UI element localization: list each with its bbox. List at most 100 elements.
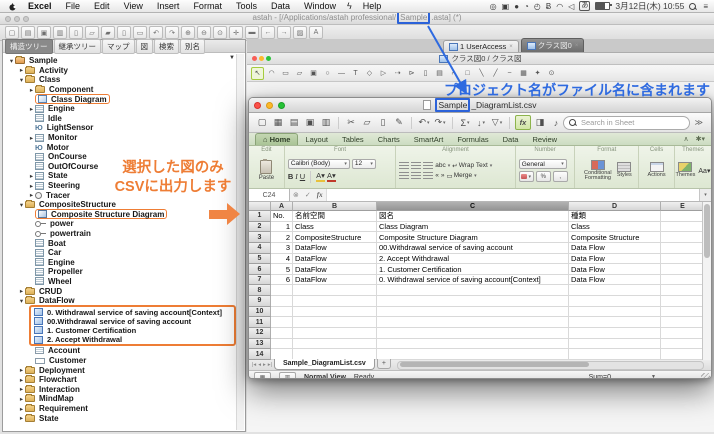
cell-E6[interactable] — [661, 264, 702, 275]
cell-A8[interactable] — [271, 285, 293, 296]
cell-D11[interactable] — [569, 317, 661, 328]
row-header-8[interactable]: 8 — [249, 285, 271, 296]
cell-E8[interactable] — [661, 285, 702, 296]
actions-button[interactable]: Actions — [648, 162, 666, 179]
percent-style-button[interactable]: % — [536, 171, 551, 182]
undo-icon[interactable]: ↶▾ — [417, 116, 431, 129]
row-header-1[interactable]: 1 — [249, 211, 271, 222]
filter-icon[interactable]: ▽▾ — [490, 116, 504, 129]
cell-E9[interactable] — [661, 296, 702, 307]
cell-A11[interactable] — [271, 317, 293, 328]
resize-grip[interactable] — [701, 373, 710, 379]
tree-item[interactable]: ▸State — [5, 413, 236, 423]
clone-icon[interactable]: ▭ — [133, 26, 147, 39]
zoom-out-icon[interactable]: ⊖ — [197, 26, 211, 39]
number-format-select[interactable]: General▾ — [519, 159, 567, 169]
bold-button[interactable]: B — [288, 172, 293, 181]
expand-closed-icon[interactable]: ▸ — [18, 395, 25, 403]
usecase-icon[interactable]: — — [335, 67, 348, 80]
align-center-button[interactable] — [411, 172, 421, 179]
ribbon-tab-charts[interactable]: Charts — [371, 134, 407, 145]
freehand-icon[interactable]: ~ — [503, 67, 516, 80]
cell-A10[interactable] — [271, 307, 293, 318]
menu-help[interactable]: Help — [356, 1, 389, 11]
toolbar-overflow-chevron[interactable]: ≫ — [695, 118, 703, 127]
sort-order-caret-icon[interactable]: ▼ — [229, 55, 235, 61]
first-sheet-button[interactable]: |◂ — [252, 362, 256, 368]
line-icon[interactable]: ╱ — [489, 67, 502, 80]
battery-icon[interactable] — [595, 2, 610, 10]
zoom-in-icon[interactable]: ⊕ — [181, 26, 195, 39]
close-button[interactable] — [252, 56, 257, 61]
tree-item[interactable]: Engine — [5, 257, 236, 267]
tree-item[interactable]: Customer — [5, 356, 236, 366]
paste-button[interactable] — [260, 160, 272, 174]
add-sheet-button[interactable]: + — [377, 359, 391, 369]
row-header-13[interactable]: 13 — [249, 339, 271, 350]
column-header-E[interactable]: E — [661, 202, 702, 211]
spotlight-icon[interactable] — [689, 3, 696, 10]
select-all-corner[interactable] — [249, 202, 271, 211]
zoom-button[interactable] — [23, 16, 29, 22]
cell-C6[interactable]: 1. Customer Certification — [377, 264, 569, 275]
cell-B8[interactable] — [293, 285, 377, 296]
fill-color-button[interactable]: A▾ — [316, 172, 325, 182]
wifi-icon[interactable]: ◠ — [556, 0, 563, 13]
tree-scrollbar[interactable] — [236, 54, 244, 430]
cell-A7[interactable]: 6 — [271, 275, 293, 286]
expand-closed-icon[interactable]: ▸ — [28, 172, 35, 180]
expand-open-icon[interactable]: ▾ — [8, 57, 15, 65]
tree-item[interactable]: ▸Component — [5, 85, 236, 95]
conditional-formatting-button[interactable]: Conditional Formatting — [582, 160, 614, 182]
merge-button[interactable]: ▭ Merge▾ — [447, 172, 477, 180]
cell-D3[interactable]: Composite Structure — [569, 232, 661, 243]
redo-icon[interactable]: ↷▾ — [433, 116, 447, 129]
normal-view-button[interactable]: ▦ — [254, 372, 271, 380]
cell-A9[interactable] — [271, 296, 293, 307]
tree-item[interactable]: ЮLightSensor — [5, 123, 236, 133]
expand-open-icon[interactable]: ▾ — [18, 297, 25, 305]
zoom-tool-icon[interactable]: ⊙ — [545, 67, 558, 80]
menu-excel[interactable]: Excel — [21, 1, 59, 11]
sort-icon[interactable]: ↓▾ — [474, 116, 488, 129]
cell-B2[interactable]: Class — [293, 222, 377, 233]
volume-icon[interactable]: ◁ — [568, 0, 574, 13]
tree-item[interactable]: ▸Flowchart — [5, 375, 236, 385]
comma-style-button[interactable]: , — [553, 171, 568, 182]
cell-C2[interactable]: Class Diagram — [377, 222, 569, 233]
generalization-icon[interactable]: ◇ — [363, 67, 376, 80]
zoom-button[interactable] — [266, 56, 271, 61]
menu-window[interactable]: Window — [297, 1, 343, 11]
row-header-7[interactable]: 7 — [249, 275, 271, 286]
wrap-text-button[interactable]: ↵ Wrap Text▾ — [452, 162, 492, 170]
cell-A13[interactable] — [271, 339, 293, 350]
astah-title-bar[interactable]: astah - [/Applications/astah professiona… — [0, 13, 714, 25]
cancel-icon[interactable]: ⊗ — [290, 191, 302, 199]
cell-E2[interactable] — [661, 222, 702, 233]
subsystem-icon[interactable]: ▣ — [307, 67, 320, 80]
tree-item[interactable]: ▸Deployment — [5, 365, 236, 375]
tree-item[interactable]: Wheel — [5, 277, 236, 287]
themes-button[interactable]: Themes — [676, 162, 696, 179]
last-sheet-button[interactable]: ▸| — [268, 362, 272, 368]
cut-icon[interactable]: ✂ — [344, 116, 358, 129]
accounting-style-button[interactable]: ▾ — [519, 171, 534, 182]
menu-view[interactable]: View — [117, 1, 150, 11]
expand-closed-icon[interactable]: ▸ — [28, 191, 35, 199]
cell-B13[interactable] — [293, 339, 377, 350]
gear-icon[interactable]: ✱▾ — [696, 135, 705, 143]
tree-item[interactable]: ▸Requirement — [5, 404, 236, 414]
tree-item[interactable]: ▾Sample — [5, 56, 236, 66]
tree-item[interactable]: ▸Activity — [5, 66, 236, 76]
tree-item[interactable]: powertrain — [5, 229, 236, 239]
open-icon[interactable]: ▤ — [287, 116, 301, 129]
cell-E3[interactable] — [661, 232, 702, 243]
cell-D6[interactable]: Data Flow — [569, 264, 661, 275]
cell-B4[interactable]: DataFlow — [293, 243, 377, 254]
ribbon-tab-tables[interactable]: Tables — [335, 134, 371, 145]
tree-item[interactable]: ▾CompositeStructure — [5, 200, 236, 210]
tree-item[interactable]: Idle — [5, 114, 236, 124]
sheet-tab[interactable]: Sample_DiagramList.csv — [274, 359, 375, 370]
ribbon-tab-data[interactable]: Data — [496, 134, 526, 145]
close-tab-icon[interactable]: × — [575, 43, 579, 49]
